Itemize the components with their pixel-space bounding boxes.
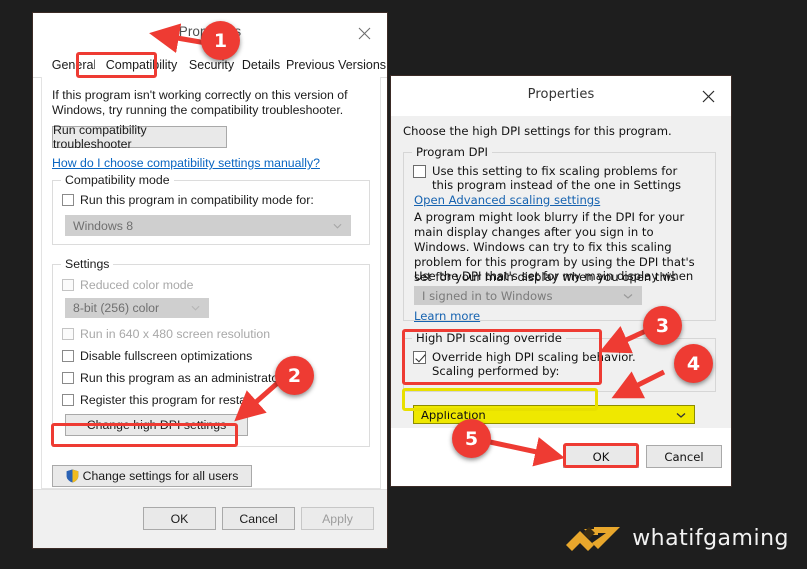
- signed-in-combo-value: I signed in to Windows: [422, 288, 553, 303]
- run-as-administrator-checkbox-row[interactable]: Run this program as an administrator: [62, 371, 282, 385]
- reduced-color-mode-checkbox[interactable]: [62, 279, 74, 291]
- color-depth-combo-value: 8-bit (256) color: [73, 301, 160, 315]
- high-dpi-settings-dialog: Properties Choose the high DPI settings …: [390, 75, 732, 487]
- tab-compatibility[interactable]: Compatibility: [95, 53, 188, 77]
- change-settings-for-all-users-label: Change settings for all users: [82, 469, 239, 483]
- program-dpi-group: Program DPI Use this setting to fix scal…: [403, 145, 716, 323]
- choose-settings-manually-link[interactable]: How do I choose compatibility settings m…: [52, 156, 320, 170]
- compatibility-mode-group: Compatibility mode Run this program in c…: [52, 173, 370, 245]
- compatibility-mode-checkbox-row[interactable]: Run this program in compatibility mode f…: [62, 193, 314, 207]
- change-settings-for-all-users-button[interactable]: Change settings for all users: [52, 465, 252, 487]
- dialog1-apply-button: Apply: [301, 507, 374, 530]
- watermark-text: whatifgaming: [632, 526, 789, 551]
- close-icon[interactable]: [341, 13, 387, 53]
- high-dpi-scaling-override-group-label: High DPI scaling override: [412, 331, 566, 345]
- compatibility-mode-group-label: Compatibility mode: [61, 173, 174, 187]
- override-scaling-label-line1: Override high DPI scaling behavior.: [432, 350, 636, 364]
- shield-icon: [66, 469, 78, 483]
- close-icon[interactable]: [685, 76, 731, 116]
- disable-fullscreen-optimizations-checkbox-row[interactable]: Disable fullscreen optimizations: [62, 349, 252, 363]
- dialog1-titlebar: Properties: [33, 13, 387, 53]
- watermark: whatifgaming: [564, 523, 789, 555]
- run-as-administrator-checkbox[interactable]: [62, 372, 74, 384]
- compatibility-intro-text: If this program isn't working correctly …: [52, 88, 348, 117]
- dialog1-footer: OK Cancel Apply: [33, 489, 387, 548]
- color-depth-combo[interactable]: 8-bit (256) color: [65, 298, 209, 318]
- tab-security-label: Security: [188, 58, 235, 72]
- dialog1-ok-button[interactable]: OK: [143, 507, 216, 530]
- compatibility-mode-checkbox-label: Run this program in compatibility mode f…: [80, 193, 314, 207]
- change-high-dpi-settings-button[interactable]: Change high DPI settings: [65, 414, 248, 436]
- compatibility-mode-combo-value: Windows 8: [73, 218, 134, 233]
- screenshot-canvas: Properties General Compatibility Securit…: [0, 0, 807, 569]
- register-for-restart-checkbox-row[interactable]: Register this program for restart: [62, 393, 254, 407]
- dialog2-cancel-button[interactable]: Cancel: [646, 445, 722, 468]
- fix-scaling-checkbox[interactable]: [413, 165, 426, 178]
- whatifgaming-logo-icon: [566, 527, 621, 551]
- dialog2-ok-button[interactable]: OK: [563, 445, 639, 468]
- fix-scaling-checkbox-row[interactable]: Use this setting to fix scaling problems…: [413, 164, 703, 192]
- chevron-down-icon: [676, 412, 686, 418]
- run-as-administrator-label: Run this program as an administrator: [80, 371, 283, 385]
- signed-in-combo[interactable]: I signed in to Windows: [414, 286, 642, 305]
- dialog1-title: Properties: [178, 24, 242, 39]
- run-640x480-checkbox-row[interactable]: Run in 640 x 480 screen resolution: [62, 327, 270, 341]
- properties-dialog-compatibility: Properties General Compatibility Securit…: [32, 12, 388, 549]
- tab-previous-versions-label: Previous Versions: [285, 58, 387, 72]
- disable-fullscreen-optimizations-checkbox[interactable]: [62, 350, 74, 362]
- open-advanced-scaling-settings-link[interactable]: Open Advanced scaling settings: [414, 193, 600, 207]
- tab-general-label: General: [51, 58, 97, 72]
- run-640x480-checkbox[interactable]: [62, 328, 74, 340]
- dialog2-title: Properties: [527, 87, 595, 102]
- dialog2-body: Choose the high DPI settings for this pr…: [391, 116, 731, 428]
- learn-more-link[interactable]: Learn more: [414, 309, 480, 323]
- dialog2-footer: OK Cancel: [391, 428, 731, 486]
- tab-previous-versions[interactable]: Previous Versions: [278, 53, 394, 77]
- override-scaling-checkbox[interactable]: [413, 351, 426, 364]
- override-scaling-label-line2: Scaling performed by:: [432, 364, 560, 378]
- compatibility-mode-combo[interactable]: Windows 8: [65, 215, 351, 236]
- tab-details-label: Details: [241, 58, 281, 72]
- compatibility-panel: If this program isn't working correctly …: [41, 77, 381, 489]
- chevron-down-icon: [333, 223, 342, 229]
- main-display-dropdown-label: Use the DPI that's set for my main displ…: [414, 269, 694, 283]
- compatibility-mode-checkbox[interactable]: [62, 194, 74, 206]
- tab-compatibility-label: Compatibility: [105, 58, 178, 72]
- dialog1-cancel-button[interactable]: Cancel: [222, 507, 295, 530]
- settings-group: Settings Reduced color mode 8-bit (256) …: [52, 257, 370, 447]
- reduced-color-mode-label: Reduced color mode: [80, 278, 194, 292]
- fix-scaling-checkbox-label: Use this setting to fix scaling problems…: [432, 164, 682, 192]
- register-for-restart-label: Register this program for restart: [80, 393, 254, 407]
- settings-group-label: Settings: [61, 257, 114, 271]
- dialog2-intro-text: Choose the high DPI settings for this pr…: [403, 124, 672, 138]
- run-compatibility-troubleshooter-button[interactable]: Run compatibility troubleshooter: [52, 123, 227, 151]
- disable-fullscreen-optimizations-label: Disable fullscreen optimizations: [80, 349, 253, 363]
- scaling-performed-by-value: Application: [421, 407, 486, 422]
- program-dpi-group-label: Program DPI: [412, 145, 492, 159]
- chevron-down-icon: [623, 293, 633, 299]
- dialog1-tabstrip: General Compatibility Security Details P…: [33, 53, 387, 77]
- run-640x480-label: Run in 640 x 480 screen resolution: [80, 327, 271, 341]
- override-scaling-checkbox-row[interactable]: Override high DPI scaling behavior. Scal…: [413, 350, 703, 378]
- chevron-down-icon: [191, 305, 200, 311]
- dialog2-titlebar: Properties: [391, 76, 731, 116]
- register-for-restart-checkbox[interactable]: [62, 394, 74, 406]
- reduced-color-mode-checkbox-row[interactable]: Reduced color mode: [62, 278, 193, 292]
- scaling-performed-by-combo[interactable]: Application: [413, 405, 695, 424]
- high-dpi-scaling-override-group: High DPI scaling override Override high …: [403, 331, 716, 392]
